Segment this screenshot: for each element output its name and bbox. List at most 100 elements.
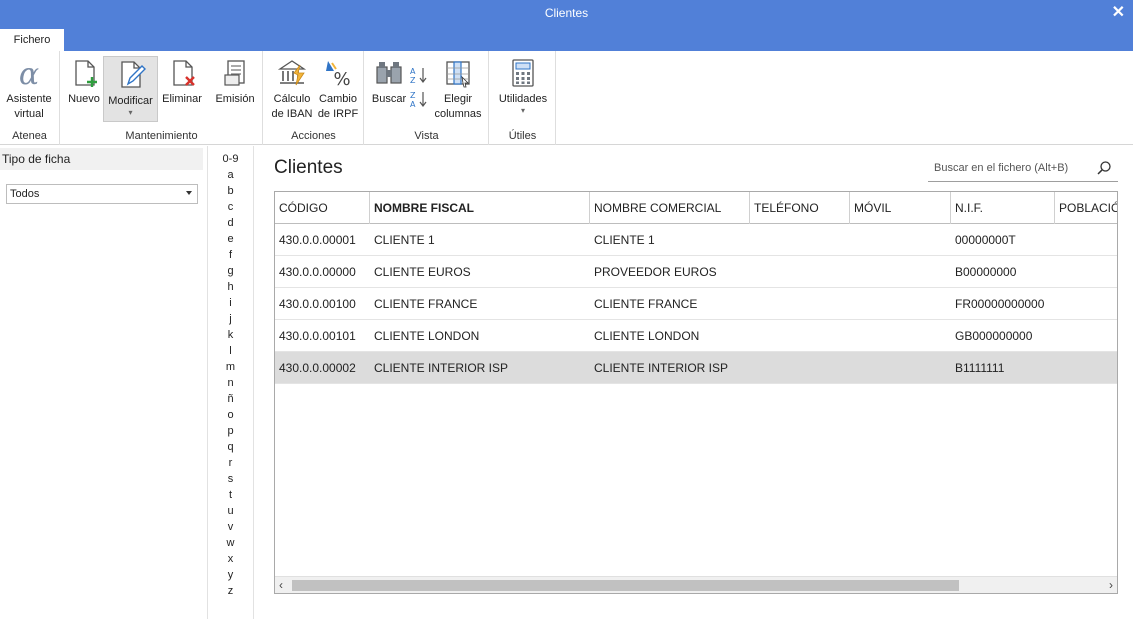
- new-document-icon: [75, 60, 97, 87]
- table-row[interactable]: 430.0.0.00101 CLIENTE LONDON CLIENTE LONDO…: [275, 320, 1117, 352]
- alphabet-letter[interactable]: d: [208, 215, 253, 231]
- ribbon-tab-strip: Fichero: [0, 26, 1133, 51]
- alphabet-letter[interactable]: i: [208, 295, 253, 311]
- table-cell: 430.0.0.00101: [279, 329, 356, 343]
- alphabet-letter[interactable]: e: [208, 231, 253, 247]
- scroll-right-icon[interactable]: ›: [1109, 578, 1113, 592]
- emision-button[interactable]: Emisión: [211, 55, 259, 107]
- svg-text:α: α: [19, 57, 39, 89]
- search-icon[interactable]: [1096, 160, 1112, 176]
- scroll-left-icon[interactable]: ‹: [279, 578, 283, 592]
- alphabet-letter[interactable]: g: [208, 263, 253, 279]
- window-title: Clientes: [544, 6, 589, 20]
- sort-ascending-icon[interactable]: A Z: [409, 65, 429, 85]
- asistente-label-1: Asistente: [6, 93, 52, 105]
- alphabet-letter[interactable]: p: [208, 423, 253, 439]
- irpf-label-2: de IRPF: [317, 108, 359, 120]
- alphabet-letter[interactable]: q: [208, 439, 253, 455]
- alphabet-letter[interactable]: y: [208, 567, 253, 583]
- cambio-irpf-button[interactable]: % Cambio de IRPF: [316, 55, 360, 122]
- table-row[interactable]: 430.0.0.00100 CLIENTE FRANCE CLIENTE FRANC…: [275, 288, 1117, 320]
- column-header[interactable]: MÓVIL: [850, 192, 951, 224]
- scrollbar-thumb[interactable]: [292, 580, 959, 591]
- irpf-label-1: Cambio: [319, 93, 357, 105]
- table-cell: CLIENTE INTERIOR ISP: [374, 361, 509, 375]
- alphabet-letter[interactable]: 0-9: [208, 151, 253, 167]
- alphabet-letter[interactable]: f: [208, 247, 253, 263]
- table-cell: 00000000T: [955, 233, 1016, 247]
- table-row[interactable]: 430.0.0.00002 CLIENTE INTERIOR ISP CLIENTE…: [275, 352, 1117, 384]
- table-cell: GB000000000: [955, 329, 1033, 343]
- table-row[interactable]: 430.0.0.00001 CLIENTE 1 CLIENTE 1 00000000T: [275, 224, 1117, 256]
- tipo-ficha-select[interactable]: Todos: [6, 184, 198, 204]
- alphabet-letter[interactable]: t: [208, 487, 253, 503]
- app-window: Clientes ✕ Fichero α Asistente virtual A…: [0, 0, 1133, 619]
- table-cell: CLIENTE 1: [374, 233, 435, 247]
- tab-fichero[interactable]: Fichero: [0, 29, 64, 51]
- alphabet-letter[interactable]: v: [208, 519, 253, 535]
- alphabet-letter[interactable]: j: [208, 311, 253, 327]
- table-cell: CLIENTE LONDON: [594, 329, 700, 343]
- group-label-mantenimiento: Mantenimiento: [125, 130, 198, 142]
- table-cell: B1111111: [955, 361, 1005, 375]
- utilidades-label: Utilidades: [498, 93, 548, 105]
- group-acciones: Cálculo de IBAN % Cambio de IRPF Accione…: [264, 51, 364, 145]
- table-cell: [850, 224, 951, 256]
- horizontal-scrollbar[interactable]: ‹ ›: [275, 576, 1117, 593]
- modificar-label: Modificar: [108, 95, 153, 107]
- search-input[interactable]: Buscar en el fichero (Alt+B): [928, 156, 1118, 182]
- alphabet-letter[interactable]: m: [208, 359, 253, 375]
- alpha-icon: α: [19, 57, 39, 89]
- utilidades-button[interactable]: Utilidades ▾: [494, 55, 552, 115]
- alphabet-letter[interactable]: c: [208, 199, 253, 215]
- alphabet-letter[interactable]: h: [208, 279, 253, 295]
- filter-panel: Tipo de ficha Todos: [0, 146, 207, 619]
- alphabet-letter[interactable]: o: [208, 407, 253, 423]
- svg-text:Z: Z: [410, 76, 416, 85]
- alphabet-letter[interactable]: s: [208, 471, 253, 487]
- table-cell: [750, 320, 850, 352]
- column-header[interactable]: CÓDIGO: [275, 192, 370, 224]
- eliminar-button[interactable]: Eliminar: [159, 55, 205, 107]
- buscar-button[interactable]: Buscar: [369, 55, 409, 107]
- column-header[interactable]: N.I.F.: [951, 192, 1055, 224]
- delete-document-icon: [173, 60, 195, 86]
- table-cell: [850, 256, 951, 288]
- alphabet-letter[interactable]: r: [208, 455, 253, 471]
- column-header[interactable]: POBLACIÓ: [1055, 192, 1117, 224]
- close-icon[interactable]: ✕: [1112, 2, 1125, 22]
- search-placeholder: Buscar en el fichero (Alt+B): [934, 162, 1069, 174]
- alphabet-letter[interactable]: z: [208, 583, 253, 599]
- alphabet-letter[interactable]: l: [208, 343, 253, 359]
- table-cell: PROVEEDOR EUROS: [594, 265, 717, 279]
- table-cell: 430.0.0.00001: [279, 233, 356, 247]
- modificar-button[interactable]: Modificar ▾: [103, 56, 158, 122]
- group-label-atenea: Atenea: [12, 130, 47, 142]
- alphabet-letter[interactable]: n: [208, 375, 253, 391]
- table-cell: B00000000: [955, 265, 1017, 279]
- asistente-virtual-button[interactable]: α Asistente virtual: [2, 55, 56, 122]
- group-label-vista: Vista: [414, 130, 439, 142]
- alphabet-letter[interactable]: x: [208, 551, 253, 567]
- page-title: Clientes: [274, 157, 343, 178]
- group-atenea: α Asistente virtual Atenea: [0, 51, 60, 145]
- column-header[interactable]: NOMBRE COMERCIAL: [590, 192, 750, 224]
- alphabet-letter[interactable]: w: [208, 535, 253, 551]
- svg-text:A: A: [410, 100, 416, 109]
- alphabet-letter[interactable]: u: [208, 503, 253, 519]
- column-header[interactable]: NOMBRE FISCAL: [370, 192, 590, 224]
- table-cell: [750, 352, 850, 384]
- alphabet-letter[interactable]: ñ: [208, 391, 253, 407]
- edit-document-icon: [120, 61, 146, 88]
- nuevo-button[interactable]: Nuevo: [65, 55, 103, 107]
- alphabet-letter[interactable]: b: [208, 183, 253, 199]
- alphabet-letter[interactable]: a: [208, 167, 253, 183]
- elegir-columnas-button[interactable]: Elegir columnas: [431, 55, 485, 122]
- table-row[interactable]: 430.0.0.00000 CLIENTE EUROS PROVEEDOR EURO…: [275, 256, 1117, 288]
- sort-descending-icon[interactable]: Z A: [409, 89, 429, 109]
- table-cell: CLIENTE FRANCE: [594, 297, 698, 311]
- calculo-iban-button[interactable]: Cálculo de IBAN: [268, 55, 316, 122]
- columnas-label-1: Elegir: [443, 93, 473, 105]
- alphabet-letter[interactable]: k: [208, 327, 253, 343]
- column-header[interactable]: TELÉFONO: [750, 192, 850, 224]
